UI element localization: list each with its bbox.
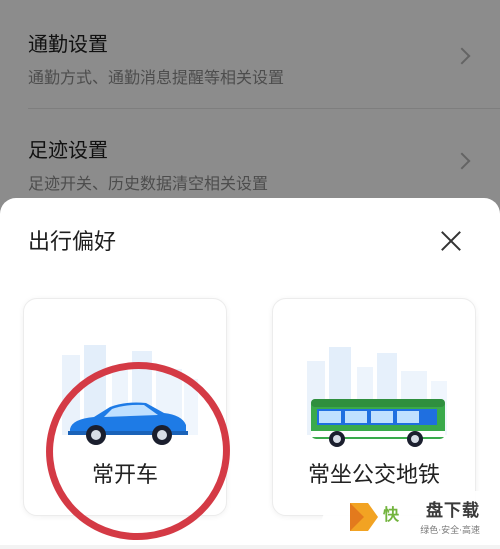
option-label: 常开车	[91, 463, 158, 488]
close-icon[interactable]	[438, 228, 464, 254]
option-label: 常坐公交地铁	[307, 463, 440, 488]
watermark-subtitle: 绿色·安全·高速	[420, 526, 480, 536]
watermark-title: 盘下载	[426, 501, 480, 521]
car-icon	[68, 402, 188, 445]
watermark: 快 盘下载 绿色·安全·高速	[320, 491, 500, 545]
watermark-brand: 快	[382, 505, 399, 524]
bus-icon	[311, 399, 445, 447]
logo-icon	[350, 503, 378, 531]
sheet-title: 出行偏好	[28, 230, 117, 255]
option-public-transit[interactable]: 常坐公交地铁	[272, 298, 476, 516]
option-drive-car[interactable]: 常开车	[23, 298, 227, 516]
